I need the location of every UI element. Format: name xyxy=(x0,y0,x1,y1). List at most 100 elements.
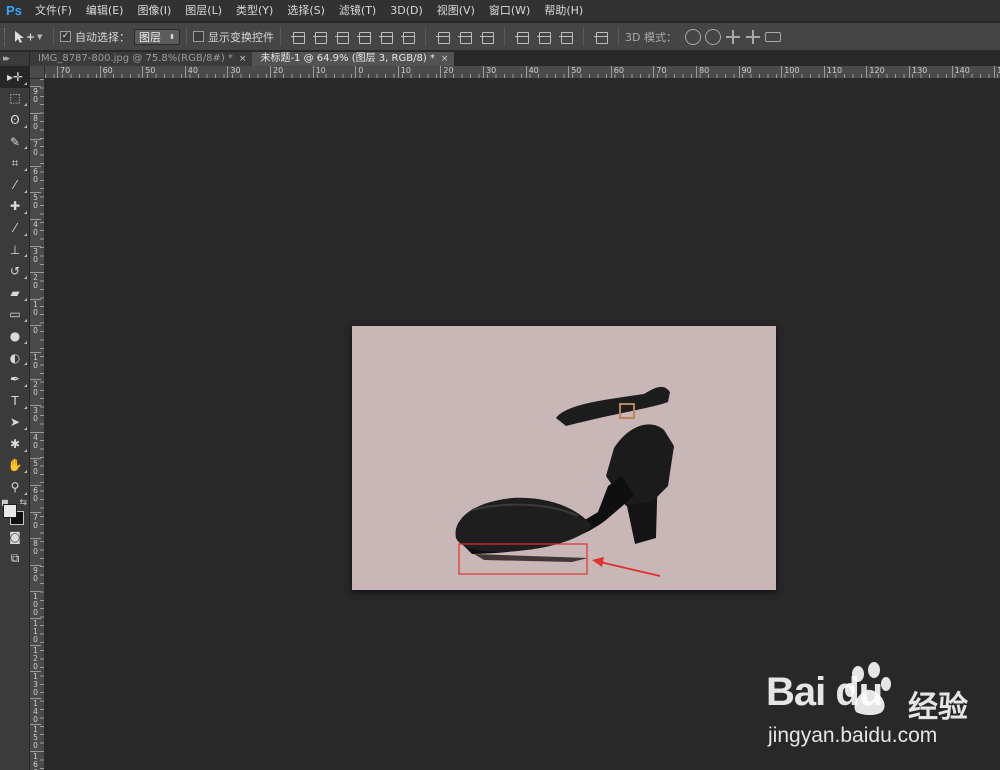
shoe-shadow xyxy=(474,554,588,562)
history-brush-tool-icon: ↺ xyxy=(9,264,21,279)
history-brush-tool[interactable]: ↺ xyxy=(0,260,30,282)
menu-item[interactable]: 视图(V) xyxy=(430,0,482,22)
ruler-tick-label: 120 xyxy=(866,66,885,78)
zoom-tool[interactable]: ⚲ xyxy=(0,476,30,498)
quick-mask-button[interactable]: ◙ xyxy=(0,526,30,548)
swap-colors-icon[interactable]: ⇆ xyxy=(19,498,27,508)
distribute-right-icon[interactable] xyxy=(558,29,574,45)
show-transform-checkbox[interactable] xyxy=(193,31,204,42)
auto-align-layers-icon[interactable] xyxy=(593,29,609,45)
align-left-edges-icon[interactable] xyxy=(356,29,372,45)
ruler-origin[interactable] xyxy=(30,66,45,79)
divider xyxy=(618,27,619,46)
divider xyxy=(280,27,281,46)
distribute-bottom-icon[interactable] xyxy=(479,29,495,45)
tab-label: IMG_8787-800.jpg @ 75.8%(RGB/8#) * xyxy=(38,53,233,64)
gradient-tool[interactable]: ▭ xyxy=(0,304,30,326)
menu-item[interactable]: 图像(I) xyxy=(130,0,178,22)
ruler-tick-label: 140 xyxy=(951,66,970,78)
roll-3d-icon[interactable] xyxy=(704,28,721,45)
align-horizontal-centers-icon[interactable] xyxy=(378,29,394,45)
auto-select-checkbox[interactable]: ✓ xyxy=(60,31,71,42)
quick-selection-tool-icon: ✎ xyxy=(9,134,21,149)
brush-tool[interactable]: ⁄ xyxy=(0,217,30,239)
ruler-tick-label: 40 xyxy=(184,66,198,78)
ruler-tick-label: 70 xyxy=(57,66,70,78)
eraser-tool[interactable]: ▰ xyxy=(0,282,30,304)
ruler-tick-label: 10 xyxy=(30,352,41,370)
distribute-vertical-centers-icon[interactable] xyxy=(457,29,473,45)
ruler-tick-label: 60 xyxy=(30,485,41,503)
menu-item[interactable]: 滤镜(T) xyxy=(332,0,383,22)
ruler-tick-label: 70 xyxy=(30,511,41,530)
menu-item[interactable]: 图层(L) xyxy=(178,0,229,22)
menu-item[interactable]: 类型(Y) xyxy=(229,0,280,22)
baidu-watermark: Bai du 经验 jingyan.baidu.com xyxy=(760,660,990,760)
move-tool[interactable]: ▸✛ xyxy=(0,66,30,88)
divider xyxy=(186,27,187,46)
quick-selection-tool[interactable]: ✎ xyxy=(0,131,30,153)
toolbar-collapse-icon[interactable]: ▸▸ xyxy=(0,52,30,66)
type-tool[interactable]: T xyxy=(0,390,30,412)
drag-3d-icon[interactable] xyxy=(725,29,741,45)
scale-3d-icon[interactable] xyxy=(764,31,781,42)
pen-tool[interactable]: ✒ xyxy=(0,368,30,390)
ruler-tick-label: 20 xyxy=(30,378,41,397)
ruler-tick-label: 10 xyxy=(312,66,326,78)
ruler-tick-label: 60 xyxy=(99,66,113,78)
menu-item[interactable]: 编辑(E) xyxy=(79,0,131,22)
clone-stamp-tool[interactable]: ⊥ xyxy=(0,239,30,261)
document-canvas[interactable] xyxy=(352,326,776,590)
align-right-edges-icon[interactable] xyxy=(400,29,416,45)
ruler-tick-label: 70 xyxy=(653,66,667,78)
path-selection-tool[interactable]: ➤ xyxy=(0,412,30,434)
eyedropper-tool-icon: ⁄ xyxy=(13,177,16,192)
crop-tool[interactable]: ⌗ xyxy=(0,152,30,174)
menu-item[interactable]: 帮助(H) xyxy=(537,0,590,22)
ruler-tick-label: 110 xyxy=(30,618,41,644)
blur-tool[interactable]: ● xyxy=(0,325,30,347)
close-icon[interactable]: × xyxy=(239,52,247,66)
align-vertical-centers-icon[interactable] xyxy=(312,29,328,45)
move-tool-icon xyxy=(15,30,34,43)
options-grip[interactable] xyxy=(4,27,7,46)
show-transform-label: 显示变换控件 xyxy=(208,30,274,44)
distribute-top-icon[interactable] xyxy=(435,29,451,45)
menu-item[interactable]: 选择(S) xyxy=(280,0,332,22)
close-icon[interactable]: × xyxy=(441,52,449,66)
auto-select-dropdown[interactable]: 图层 ⬍ xyxy=(134,28,180,45)
zoom-tool-icon: ⚲ xyxy=(10,480,20,495)
chevron-down-icon: ▼ xyxy=(37,32,43,41)
distribute-left-icon[interactable] xyxy=(514,29,530,45)
distribute-horizontal-centers-icon[interactable] xyxy=(536,29,552,45)
screen-mode-button[interactable]: ⧉ xyxy=(0,547,30,569)
slide-3d-icon[interactable] xyxy=(745,29,761,45)
eyedropper-tool[interactable]: ⁄ xyxy=(0,174,30,196)
align-top-edges-icon[interactable] xyxy=(290,29,306,45)
menu-bar: Ps 文件(F) 编辑(E) 图像(I) 图层(L) 类型(Y) 选择(S) 滤镜(T) 3D… xyxy=(0,0,1000,22)
document-tab[interactable]: IMG_8787-800.jpg @ 75.8%(RGB/8#) * × xyxy=(30,52,253,66)
shape-tool[interactable]: ✱ xyxy=(0,433,30,455)
screen-mode-icon: ⧉ xyxy=(10,551,20,566)
menu-item[interactable]: 3D(D) xyxy=(383,0,430,22)
menu-item[interactable]: 文件(F) xyxy=(28,0,79,22)
hand-tool[interactable]: ✋ xyxy=(0,455,30,477)
shoe-ankle-strap xyxy=(556,386,670,426)
align-bottom-edges-icon[interactable] xyxy=(334,29,350,45)
horizontal-ruler[interactable]: 70 60 50 40 30 20 10 0 10 20 30 40 50 60 70 80 90 100 110 1… xyxy=(45,66,1000,79)
rectangular-marquee-tool[interactable]: ⬚ xyxy=(0,88,30,110)
healing-brush-tool[interactable]: ✚ xyxy=(0,196,30,218)
foreground-color-swatch[interactable] xyxy=(3,503,17,518)
divider xyxy=(53,27,54,46)
document-tab[interactable]: 未标题-1 @ 64.9% (图层 3, RGB/8) * × xyxy=(252,52,455,66)
divider xyxy=(504,27,505,46)
menu-item[interactable]: 窗口(W) xyxy=(482,0,537,22)
ruler-tick-label: 50 xyxy=(30,192,41,210)
lasso-tool[interactable]: ʘ xyxy=(0,109,30,131)
tool-preset-picker[interactable]: ▼ xyxy=(13,30,47,44)
vertical-ruler[interactable]: 9080706050403020100102030405060708090100… xyxy=(30,79,45,770)
dodge-tool[interactable]: ◐ xyxy=(0,347,30,369)
rotate-3d-icon[interactable] xyxy=(684,28,701,45)
dropdown-arrows-icon: ⬍ xyxy=(169,32,175,41)
ruler-tick-label: 20 xyxy=(440,66,454,78)
